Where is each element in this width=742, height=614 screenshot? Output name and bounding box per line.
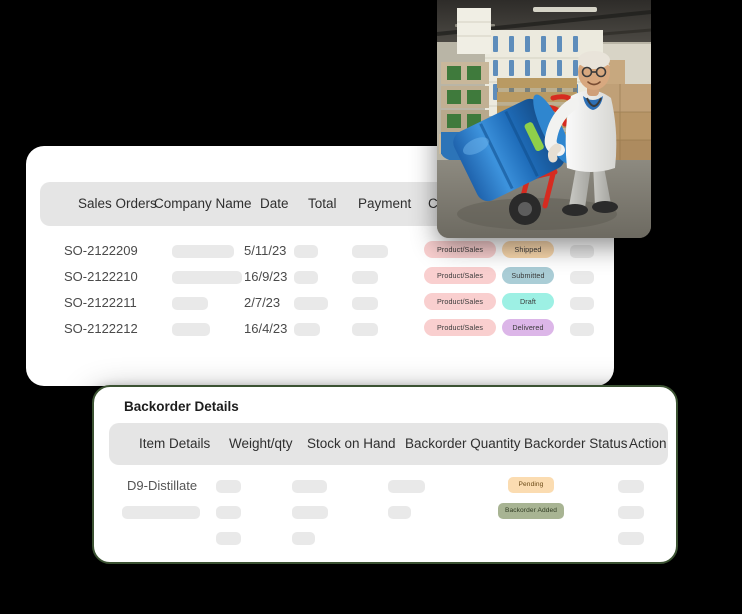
- backorder-header-4: Backorder Status: [524, 436, 628, 451]
- company-name-placeholder: [172, 297, 208, 310]
- sales-order-id: SO-2122209: [64, 243, 138, 258]
- weight-qty-placeholder: [216, 480, 241, 493]
- company-name-placeholder: [172, 245, 234, 258]
- backorder-header-5: Action: [629, 436, 667, 451]
- sales-header-1: Company Name: [154, 196, 252, 211]
- backorder-header-3: Backorder Quantity: [405, 436, 521, 451]
- contract-badge[interactable]: Product/Sales: [424, 319, 496, 336]
- company-name-placeholder: [172, 271, 242, 284]
- action-placeholder: [618, 532, 644, 545]
- payment-placeholder: [352, 271, 378, 284]
- sales-order-id: SO-2122212: [64, 321, 138, 336]
- stock-on-hand-placeholder: [292, 480, 327, 493]
- total-placeholder: [294, 245, 318, 258]
- contract-badge[interactable]: Product/Sales: [424, 293, 496, 310]
- backorder-status-badge[interactable]: Backorder Added: [498, 503, 564, 519]
- weight-qty-placeholder: [216, 532, 241, 545]
- total-placeholder: [294, 271, 318, 284]
- contract-badge[interactable]: Product/Sales: [424, 267, 496, 284]
- total-placeholder: [294, 323, 320, 336]
- total-placeholder: [294, 297, 328, 310]
- warehouse-photo-illustration: [437, 0, 651, 238]
- sales-order-id: SO-2122210: [64, 269, 138, 284]
- sales-header-0: Sales Orders: [78, 196, 157, 211]
- action-placeholder: [618, 480, 644, 493]
- payment-placeholder: [352, 323, 378, 336]
- order-date: 5/11/23: [244, 243, 287, 258]
- table-row[interactable]: D9-Distillate Pending: [94, 473, 676, 499]
- backorder-table-header: Item Details Weight/qty Stock on Hand Backo…: [109, 423, 668, 465]
- warehouse-photo: [437, 0, 651, 238]
- table-row[interactable]: SO-2122210 16/9/23 Product/Sales Submitted: [26, 264, 614, 290]
- backorder-details-card: Backorder Details Item Details Weight/qty…: [92, 385, 678, 564]
- contract-badge[interactable]: Product/Sales: [424, 241, 496, 258]
- payment-placeholder: [352, 297, 378, 310]
- payment-placeholder: [352, 245, 388, 258]
- table-row[interactable]: Backorder Added: [94, 499, 676, 525]
- action-placeholder: [570, 245, 594, 258]
- backorder-details-title: Backorder Details: [124, 399, 239, 414]
- stock-on-hand-placeholder: [292, 532, 315, 545]
- table-row[interactable]: SO-2122209 5/11/23 Product/Sales Shipped: [26, 238, 614, 264]
- order-date: 2/7/23: [244, 295, 281, 310]
- backorder-quantity-placeholder: [388, 480, 425, 493]
- order-date: 16/4/23: [244, 321, 288, 336]
- item-name: D9-Distillate: [127, 478, 198, 493]
- stock-on-hand-placeholder: [292, 506, 328, 519]
- table-row[interactable]: SO-2122211 2/7/23 Product/Sales Draft: [26, 290, 614, 316]
- item-details-placeholder: [122, 506, 200, 519]
- backorder-header-1: Weight/qty: [229, 436, 293, 451]
- company-name-placeholder: [172, 323, 210, 336]
- status-badge[interactable]: Draft: [502, 293, 554, 310]
- status-badge[interactable]: Submitted: [502, 267, 554, 284]
- action-placeholder: [570, 271, 594, 284]
- table-row[interactable]: [94, 525, 676, 551]
- backorder-quantity-placeholder: [388, 506, 411, 519]
- action-placeholder: [618, 506, 644, 519]
- sales-header-3: Total: [308, 196, 337, 211]
- sales-order-id: SO-2122211: [64, 295, 137, 310]
- status-badge[interactable]: Shipped: [502, 241, 554, 258]
- status-badge[interactable]: Delivered: [502, 319, 554, 336]
- weight-qty-placeholder: [216, 506, 241, 519]
- order-date: 16/9/23: [244, 269, 288, 284]
- backorder-header-2: Stock on Hand: [307, 436, 396, 451]
- sales-header-2: Date: [260, 196, 289, 211]
- backorder-status-badge[interactable]: Pending: [508, 477, 554, 493]
- sales-header-4: Payment: [358, 196, 412, 211]
- action-placeholder: [570, 297, 594, 310]
- action-placeholder: [570, 323, 594, 336]
- table-row[interactable]: SO-2122212 16/4/23 Product/Sales Delivered: [26, 316, 614, 342]
- backorder-header-0: Item Details: [139, 436, 211, 451]
- screenshot-stage: Sales Orders Company Name Date Total Payment…: [0, 0, 742, 614]
